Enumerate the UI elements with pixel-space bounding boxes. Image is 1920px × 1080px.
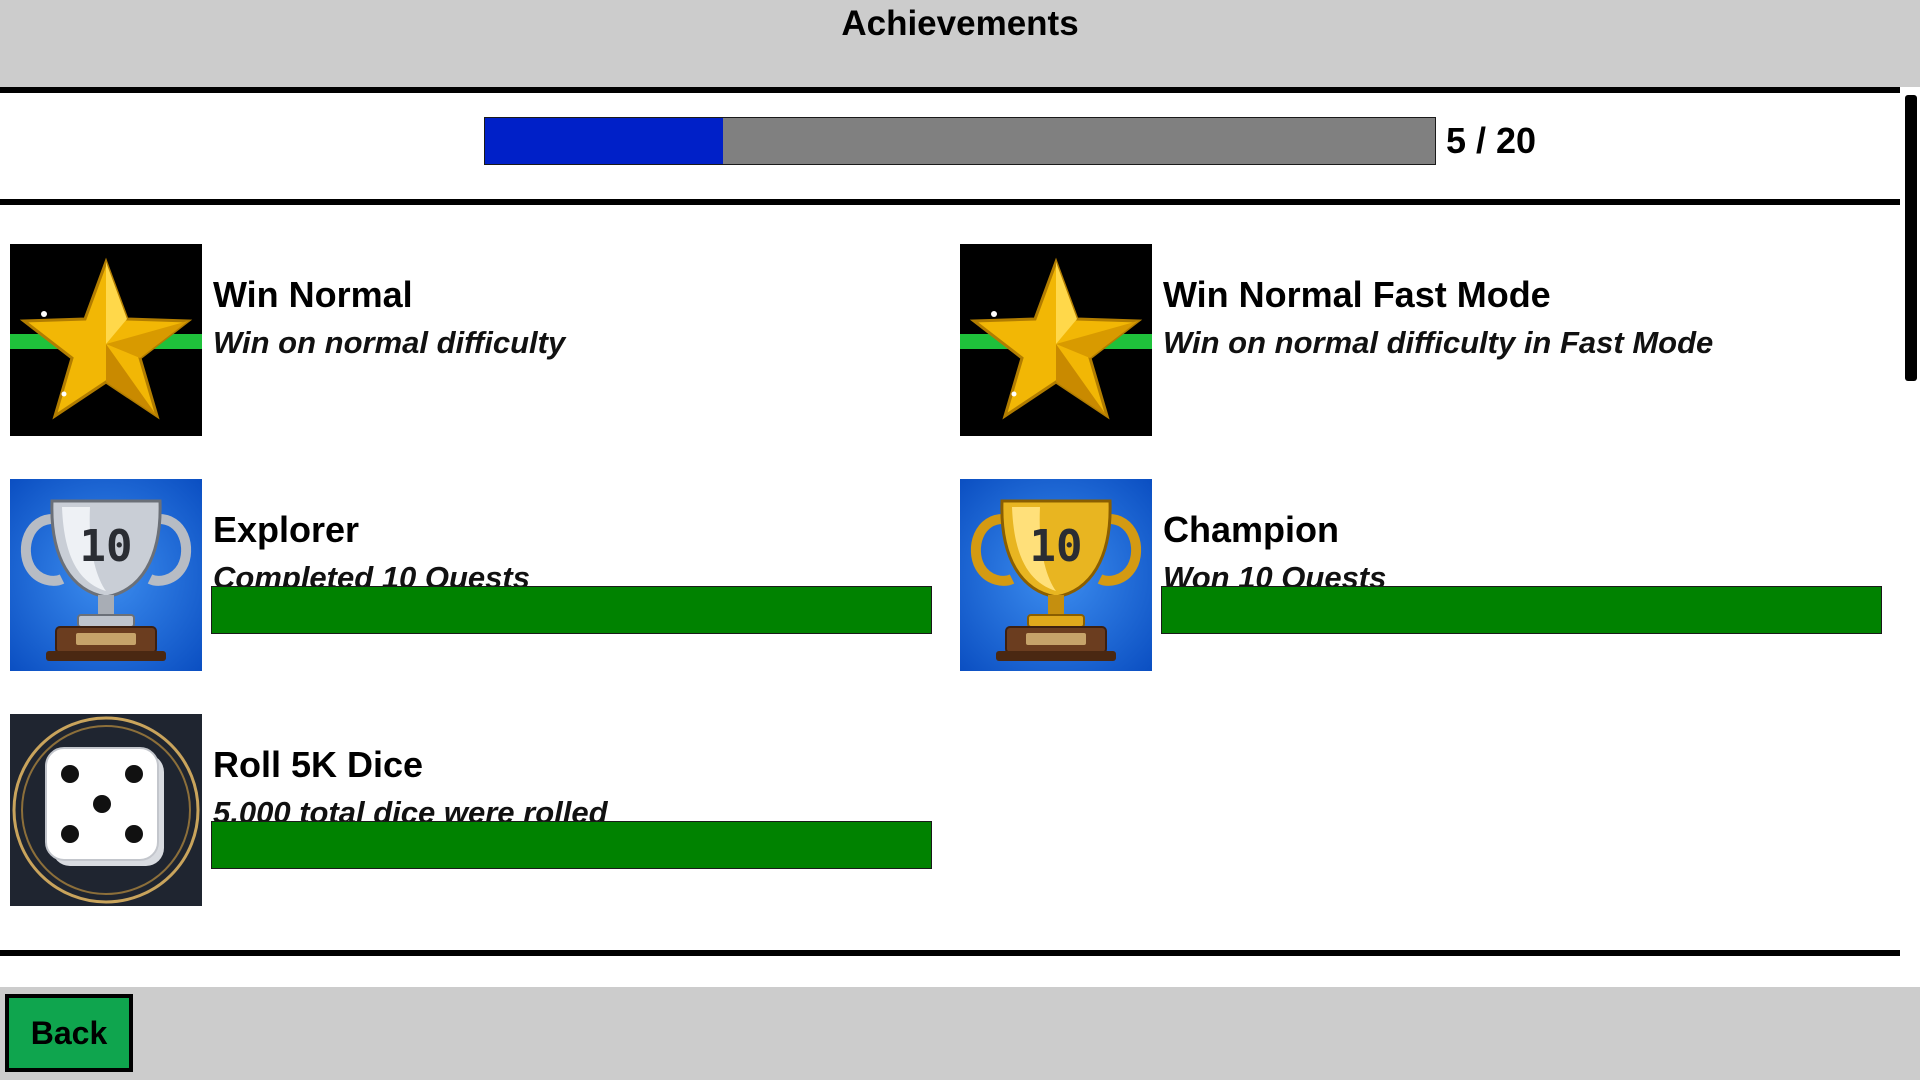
dice-icon [10, 714, 202, 906]
achievement-item-win-normal: Win Normal Win on normal difficulty [10, 244, 930, 438]
achievement-item-champion: 10 Champion Won 10 Quests [960, 479, 1880, 673]
total-progress-count: 5 / 20 [1446, 120, 1537, 161]
scrollbar-thumb[interactable] [1905, 95, 1917, 381]
star-icon [10, 244, 202, 436]
back-button[interactable]: Back [5, 994, 133, 1072]
champion-progress-fill [1162, 587, 1881, 633]
silver-trophy-icon: 10 [10, 479, 202, 671]
page-title: Achievements [841, 4, 1079, 43]
achievement-name: Win Normal Fast Mode [1163, 274, 1551, 315]
achievement-name: Roll 5K Dice [213, 744, 424, 785]
total-progress-bar [484, 117, 1436, 165]
gold-trophy-icon: 10 [960, 479, 1152, 671]
trophy-number: 10 [80, 521, 133, 572]
achievement-item-win-normal-fast-mode: Win Normal Fast Mode Win on normal diffi… [960, 244, 1880, 438]
achievement-item-explorer: 10 Explorer Completed 10 Quests [10, 479, 930, 673]
achievement-list-scrollbar[interactable] [1902, 92, 1920, 987]
achievements-screen: Achievements 5 / 20 Win Normal Win on no… [0, 0, 1920, 1080]
achievement-list: Win Normal Win on normal difficulty Win … [0, 206, 1900, 946]
champion-progress-bar [1161, 586, 1882, 634]
total-progress-fill [485, 118, 723, 164]
top-divider [0, 87, 1900, 93]
bottom-divider [0, 950, 1900, 956]
roll-dice-progress-fill [212, 822, 931, 868]
achievement-name: Explorer [213, 509, 360, 550]
footer-bar: Back [0, 987, 1920, 1080]
explorer-progress-fill [212, 587, 931, 633]
explorer-progress-bar [211, 586, 932, 634]
roll-dice-progress-bar [211, 821, 932, 869]
star-icon [960, 244, 1152, 436]
progress-divider [0, 199, 1900, 205]
achievement-name: Win Normal [213, 274, 413, 315]
trophy-number: 10 [1030, 521, 1083, 572]
header-bar: Achievements [0, 0, 1920, 87]
achievement-name: Champion [1163, 509, 1339, 550]
achievement-description: Win on normal difficulty [213, 325, 566, 360]
achievement-description: Win on normal difficulty in Fast Mode [1163, 325, 1714, 360]
achievement-item-roll-5k-dice: Roll 5K Dice 5,000 total dice were rolle… [10, 714, 930, 908]
